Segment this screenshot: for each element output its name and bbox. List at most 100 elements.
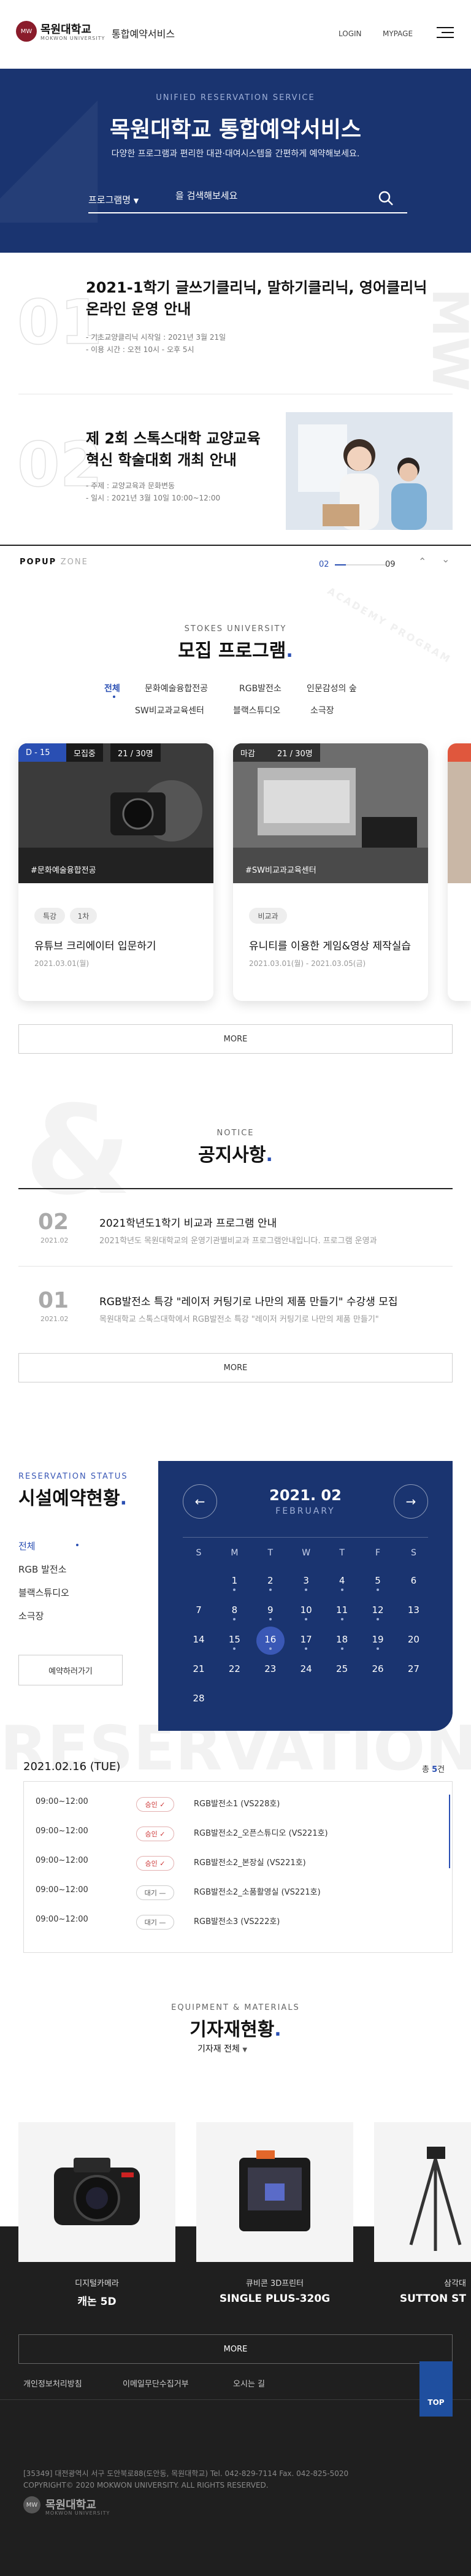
calendar-event-dot xyxy=(305,1618,308,1620)
calendar-day[interactable]: 28 xyxy=(180,1693,217,1704)
equipment-image[interactable] xyxy=(196,2122,353,2262)
popup-title[interactable]: 제 2회 스톡스대학 교양교육 혁신 학술대회 개최 안내 xyxy=(86,428,261,471)
notice-title[interactable]: RGB발전소 특강 "레이저 커팅기로 나만의 제품 만들기" 수강생 모집 xyxy=(99,1293,398,1308)
notice-more-button[interactable]: MORE xyxy=(18,1353,453,1382)
calendar-day[interactable]: 1 xyxy=(216,1575,253,1586)
reservation-row[interactable]: 09:00~12:00 대기 — RGB발전소2_소품활영실 (VS221호) xyxy=(36,1885,428,1900)
section-title: 모집 프로그램. xyxy=(178,640,293,662)
tab-rgb[interactable]: RGB발전소 xyxy=(239,682,281,694)
chevron-up-icon[interactable]: ⌃ xyxy=(418,556,426,567)
section-title: 시설예약현황. xyxy=(18,1488,128,1509)
calendar-day[interactable]: 23 xyxy=(252,1663,289,1674)
program-date: 2021.03.01(월) - 2021.03.05(금) xyxy=(249,959,366,968)
equipment-more-button[interactable]: MORE xyxy=(18,2334,453,2364)
calendar-day[interactable]: 4 xyxy=(324,1575,361,1586)
reserve-button[interactable]: 예약하러가기 xyxy=(18,1655,123,1685)
calendar-day[interactable]: 24 xyxy=(288,1663,324,1674)
calendar-day[interactable]: 19 xyxy=(359,1634,396,1645)
notice-number: 02 xyxy=(38,1209,69,1235)
section-subtitle: EQUIPMENT & MATERIALS xyxy=(171,2003,300,2012)
calendar-day[interactable]: 8 xyxy=(216,1604,253,1616)
search-input[interactable] xyxy=(175,190,359,201)
calendar-day[interactable]: 11 xyxy=(324,1604,361,1616)
chevron-down-icon: ▼ xyxy=(242,2047,248,2053)
calendar-day[interactable]: 25 xyxy=(324,1663,361,1674)
program-card[interactable]: 마감 21 / 30명 #SW비교과교육센터 비교과 유니티를 이용한 게임&영… xyxy=(233,743,428,1001)
reservation-row[interactable]: 09:00~12:00 대기 — RGB발전소3 (VS222호) xyxy=(36,1915,428,1930)
popup-title[interactable]: 2021-1학기 글쓰기클리닉, 말하기클리닉, 영어클리닉 온라인 운영 안내 xyxy=(86,277,427,320)
facility-filter-black-studio[interactable]: 블랙스튜디오 xyxy=(18,1586,69,1599)
footer-link-email-policy[interactable]: 이메일무단수집거부 xyxy=(123,2377,189,2389)
mypage-link[interactable]: MYPAGE xyxy=(383,29,413,38)
search-category-label: 프로그램명 xyxy=(88,194,131,205)
program-card-peek[interactable] xyxy=(448,743,471,1001)
equipment-image[interactable] xyxy=(18,2122,175,2262)
menu-icon[interactable] xyxy=(437,27,454,39)
logo-text[interactable]: 목원대학교 xyxy=(40,21,91,37)
calendar-weekday: T xyxy=(267,1548,274,1558)
calendar-day[interactable]: 22 xyxy=(216,1663,253,1674)
equipment-filter-select[interactable]: 기자재 전체 ▼ xyxy=(197,2042,247,2055)
equipment-image[interactable] xyxy=(374,2122,471,2262)
reservation-row[interactable]: 09:00~12:00 승인 ✓ RGB발전소2_오픈스튜디오 (VS221호) xyxy=(36,1827,428,1841)
equipment-category: 큐비콘 3D프린터 xyxy=(245,2279,304,2288)
notice-title[interactable]: 2021학년도1학기 비교과 프로그램 안내 xyxy=(99,1214,277,1230)
calendar-day[interactable]: 16 xyxy=(252,1634,289,1645)
login-link[interactable]: LOGIN xyxy=(339,29,362,38)
popup-image[interactable] xyxy=(286,412,453,530)
reservation-scrollbar[interactable] xyxy=(449,1795,450,1868)
footer-link-privacy[interactable]: 개인정보처리방침 xyxy=(23,2377,82,2389)
calendar-day[interactable]: 26 xyxy=(359,1663,396,1674)
calendar-divider xyxy=(183,1537,428,1538)
facility-filter-all[interactable]: 전체 xyxy=(18,1539,36,1552)
decorative-side-text: MW xyxy=(421,288,471,391)
reservation-room: RGB발전소2_소품활영실 (VS221호) xyxy=(194,1888,321,1897)
tab-culture-arts[interactable]: 문화예술융합전공 xyxy=(145,682,208,694)
calendar-day[interactable]: 2 xyxy=(252,1575,289,1586)
search-icon[interactable] xyxy=(377,189,395,207)
tab-sw-center[interactable]: SW비교과교육센터 xyxy=(135,704,204,716)
university-emblem-icon[interactable]: MW xyxy=(16,21,37,42)
scroll-top-button[interactable]: TOP xyxy=(419,2361,453,2417)
closed-badge: 마감 xyxy=(233,743,270,762)
footer-emblem-icon: MW xyxy=(23,2496,40,2513)
calendar-day[interactable]: 18 xyxy=(324,1634,361,1645)
reservation-row[interactable]: 09:00~12:00 승인 ✓ RGB발전소2_본장실 (VS221호) xyxy=(36,1856,428,1871)
recruit-more-button[interactable]: MORE xyxy=(18,1024,453,1054)
tab-humanities[interactable]: 인문감성의 숲 xyxy=(307,682,357,694)
calendar-day[interactable]: 5 xyxy=(359,1575,396,1586)
service-name[interactable]: 통합예약서비스 xyxy=(112,26,175,40)
reservation-status-badge: 승인 ✓ xyxy=(136,1856,174,1871)
reservation-row[interactable]: 09:00~12:00 승인 ✓ RGB발전소1 (VS228호) xyxy=(36,1797,428,1812)
footer-link-directions[interactable]: 오시는 길 xyxy=(233,2377,265,2389)
calendar-day[interactable]: 15 xyxy=(216,1634,253,1645)
popup-progress-bar xyxy=(335,564,386,565)
calendar-day[interactable]: 7 xyxy=(180,1604,217,1616)
calendar-event-dot xyxy=(269,1647,272,1650)
tab-all[interactable]: 전체 xyxy=(104,682,120,694)
calendar-day[interactable]: 17 xyxy=(288,1634,324,1645)
reservation-time: 09:00~12:00 xyxy=(36,1797,88,1806)
notice-date: 2021.02 xyxy=(40,1236,69,1244)
calendar-day[interactable]: 12 xyxy=(359,1604,396,1616)
calendar-day[interactable]: 21 xyxy=(180,1663,217,1674)
facility-filter-small-theater[interactable]: 소극장 xyxy=(18,1609,44,1622)
calendar-event-dot xyxy=(233,1618,236,1620)
chevron-down-icon[interactable]: ⌄ xyxy=(442,553,450,565)
calendar-day[interactable]: 6 xyxy=(395,1575,432,1586)
calendar-day[interactable]: 27 xyxy=(395,1663,432,1674)
search-category-select[interactable]: 프로그램명 ▼ xyxy=(88,193,139,206)
calendar-day[interactable]: 9 xyxy=(252,1604,289,1616)
calendar-event-dot xyxy=(377,1647,379,1650)
facility-filter-rgb[interactable]: RGB 발전소 xyxy=(18,1563,67,1576)
calendar-weekday: S xyxy=(410,1548,416,1558)
program-card[interactable]: D - 15 모집중 21 / 30명 #문화예술융합전공 특강 1차 유튜브 … xyxy=(18,743,213,1001)
notice-summary: 목원대학교 스톡스대학에서 RGB발전소 특강 "레이저 커팅기로 나만의 제품… xyxy=(99,1315,379,1324)
calendar-day[interactable]: 14 xyxy=(180,1634,217,1645)
calendar-day[interactable]: 10 xyxy=(288,1604,324,1616)
calendar-day[interactable]: 3 xyxy=(288,1575,324,1586)
tab-small-theater[interactable]: 소극장 xyxy=(310,704,334,716)
calendar-day[interactable]: 13 xyxy=(395,1604,432,1616)
tab-black-studio[interactable]: 블랙스튜디오 xyxy=(233,704,280,716)
calendar-day[interactable]: 20 xyxy=(395,1634,432,1645)
